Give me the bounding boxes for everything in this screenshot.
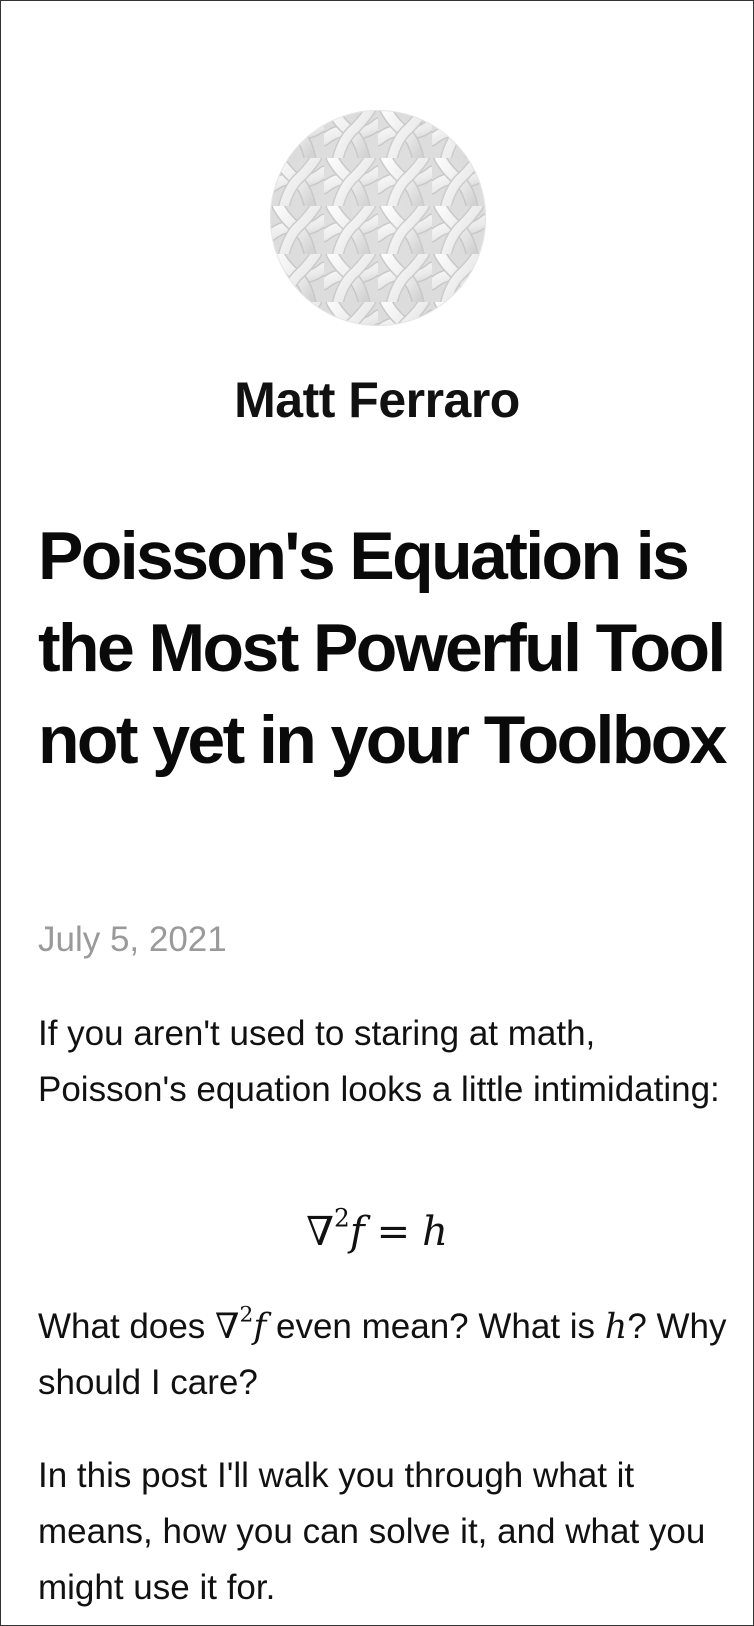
inline-nabla-symbol: ∇ <box>215 1307 240 1347</box>
inline-variable-h: h <box>604 1307 628 1347</box>
inline-laplacian: ∇2f <box>215 1304 267 1347</box>
woven-pattern-avatar-icon <box>270 110 486 326</box>
outline-paragraph: In this post I'll walk you through what … <box>38 1456 706 1607</box>
post-date: July 5, 2021 <box>38 920 227 959</box>
question-paragraph: What does ∇2f even mean? What is h? Why … <box>38 1299 728 1411</box>
post-title: Poisson's Equation is the Most Powerful … <box>38 518 728 778</box>
inline-exponent: 2 <box>239 1302 254 1328</box>
exponent: 2 <box>334 1203 350 1233</box>
variable-f: f <box>349 1209 365 1255</box>
author-name[interactable]: Matt Ferraro <box>0 370 754 430</box>
equals-sign: = <box>376 1209 411 1255</box>
poisson-equation: ∇2f = h <box>0 1202 754 1262</box>
nabla-symbol: ∇ <box>306 1209 335 1255</box>
author-avatar[interactable] <box>270 110 486 326</box>
question-text-middle: even mean? What is <box>266 1307 605 1346</box>
question-text-start: What does <box>38 1307 216 1346</box>
inline-variable-f: f <box>253 1307 267 1347</box>
intro-paragraph: If you aren't used to staring at math, P… <box>38 1014 720 1109</box>
variable-h: h <box>422 1209 448 1255</box>
